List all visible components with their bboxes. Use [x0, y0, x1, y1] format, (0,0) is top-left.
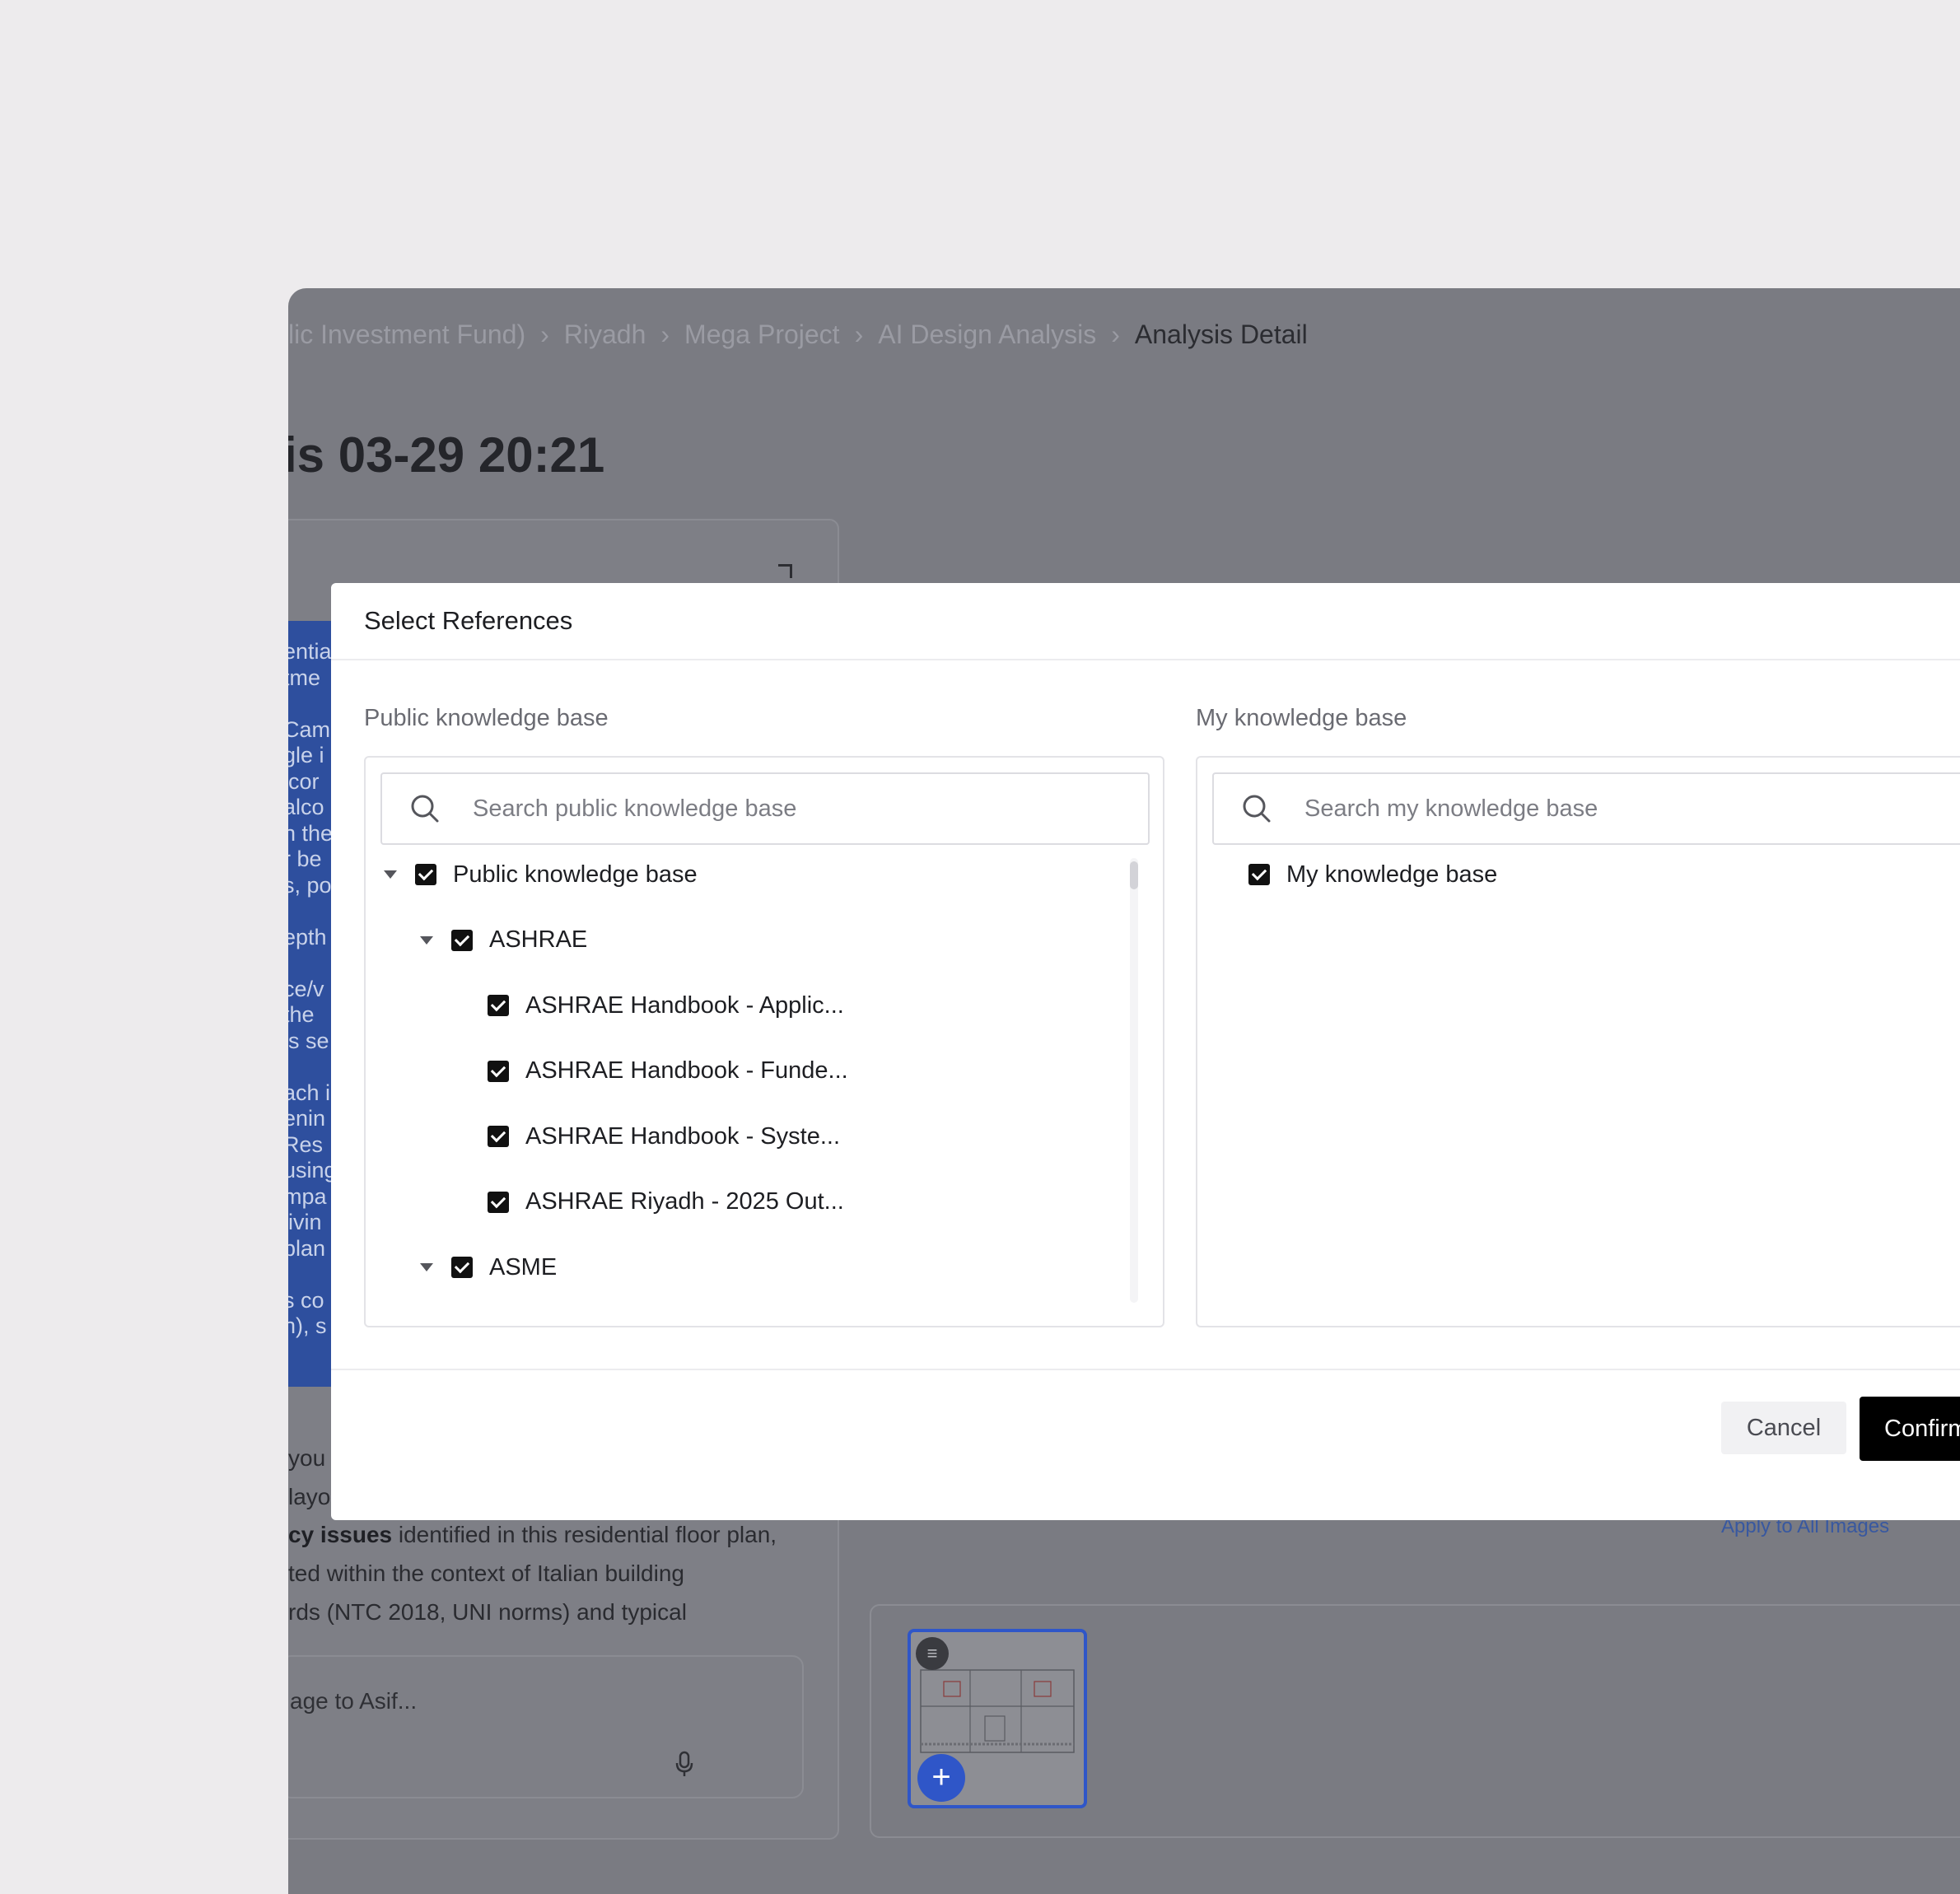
chat-text: rds (NTC 2018, UNI norms) and typical — [288, 1599, 687, 1625]
caret-down-icon[interactable] — [420, 935, 433, 945]
tree-node-label: My knowledge base — [1286, 861, 1498, 888]
selected-text-panel: entiatme Camgle ilcoralcon ther bes, po ep… — [288, 621, 331, 1387]
modal-footer-divider — [331, 1369, 1960, 1370]
selected-text-line: mpa — [288, 1183, 327, 1209]
selected-text-line: gle i — [288, 743, 324, 767]
chat-message-line: layo — [288, 1484, 330, 1510]
checkbox[interactable] — [488, 1126, 509, 1147]
tree-node-label: Public knowledge base — [453, 861, 698, 888]
public-search-input[interactable] — [471, 776, 1133, 842]
chat-text: identified in this residential floor pla… — [392, 1522, 777, 1547]
my-kb-label: My knowledge base — [1196, 705, 1407, 731]
select-references-modal: Select References Public knowledge base … — [331, 583, 1960, 1520]
floor-plan-image — [920, 1669, 1075, 1753]
checkbox[interactable] — [415, 864, 436, 885]
selected-text-line: entia — [288, 639, 331, 664]
selected-text-line: r be — [288, 847, 322, 871]
caret-down-icon[interactable] — [420, 1263, 433, 1271]
my-search-box[interactable] — [1212, 772, 1960, 845]
selected-text-line: enin — [288, 1106, 326, 1131]
add-image-button[interactable]: + — [917, 1754, 965, 1802]
checkbox[interactable] — [488, 1060, 509, 1082]
checkbox[interactable] — [488, 995, 509, 1016]
breadcrumb-current: Analysis Detail — [1134, 320, 1308, 349]
breadcrumb-item[interactable]: lic Investment Fund) — [288, 320, 525, 349]
breadcrumb-separator: › — [540, 320, 549, 349]
checkbox[interactable] — [451, 929, 473, 951]
caret-down-icon[interactable] — [384, 870, 397, 879]
selected-text-line: s co — [288, 1287, 324, 1313]
message-placeholder: age to Asif... — [290, 1688, 418, 1714]
expand-icon[interactable] — [778, 564, 792, 578]
my-kb-panel: My knowledge base — [1196, 756, 1960, 1327]
my-search-input[interactable] — [1303, 776, 1960, 842]
tree-node[interactable]: ASME — [420, 1251, 557, 1284]
breadcrumb: lic Investment Fund) › Riyadh › Mega Project… — [288, 320, 1308, 350]
message-input[interactable]: age to Asif... — [288, 1655, 804, 1798]
public-search-box[interactable] — [380, 772, 1150, 845]
checkbox[interactable] — [488, 1191, 509, 1213]
public-kb-label: Public knowledge base — [364, 705, 609, 731]
selected-text-line: tme — [288, 665, 321, 690]
breadcrumb-item[interactable]: Riyadh — [564, 320, 646, 349]
cancel-button[interactable]: Cancel — [1721, 1402, 1846, 1454]
chat-message-line: cy issues identified in this residential… — [288, 1522, 777, 1548]
selected-text-line: n), s — [288, 1313, 327, 1338]
scrollbar-thumb[interactable] — [1130, 861, 1138, 889]
selected-text-line: lcor — [288, 768, 320, 794]
tree-node-label: ASHRAE — [489, 926, 588, 953]
breadcrumb-separator: › — [1111, 320, 1120, 349]
tree-node[interactable]: Public knowledge base — [384, 858, 698, 891]
tree-node[interactable]: ASHRAE Handbook - Funde... — [488, 1055, 848, 1088]
selected-text-line: alco — [288, 795, 324, 819]
selected-text-line: ach i — [288, 1080, 331, 1105]
tree-node[interactable]: ASHRAE — [420, 924, 587, 957]
selected-text-line: Cam — [288, 716, 331, 742]
breadcrumb-item[interactable]: Mega Project — [684, 320, 840, 349]
chat-text: layo — [288, 1484, 331, 1509]
page-title: is 03-29 20:21 — [288, 427, 605, 483]
modal-title: Select References — [364, 606, 573, 635]
image-menu-icon[interactable]: ≡ — [916, 1637, 949, 1670]
selected-text-line: the — [288, 1002, 315, 1027]
selected-text-line: ls se — [288, 1028, 329, 1053]
tree-node-label: ASHRAE Handbook - Funde... — [525, 1057, 848, 1084]
tree-node[interactable]: ASHRAE Handbook - Applic... — [488, 989, 844, 1022]
breadcrumb-separator: › — [854, 320, 864, 349]
selected-text-line: plan — [288, 1235, 326, 1261]
tree-node-label: ASHRAE Riyadh - 2025 Out... — [525, 1188, 844, 1215]
breadcrumb-item[interactable]: AI Design Analysis — [878, 320, 1096, 349]
tree-node-label: ASME — [489, 1253, 558, 1281]
selected-text-line: using — [288, 1158, 331, 1183]
tree-node[interactable]: ASHRAE Riyadh - 2025 Out... — [488, 1186, 844, 1219]
chat-message-line: ted within the context of Italian buildi… — [288, 1560, 684, 1587]
search-icon — [1243, 795, 1271, 823]
selected-text-line: ce/v — [288, 976, 324, 1001]
microphone-icon[interactable] — [674, 1751, 695, 1779]
selected-text-line: n the — [288, 820, 331, 846]
selected-text-line: livin — [288, 1210, 322, 1234]
tree-node-label: ASHRAE Handbook - Syste... — [525, 1122, 840, 1150]
checkbox[interactable] — [1248, 864, 1270, 885]
public-tree-scrollbar[interactable] — [1130, 858, 1138, 1303]
selected-text-line: Res — [288, 1131, 324, 1157]
chat-text: ted within the context of Italian buildi… — [288, 1560, 684, 1586]
public-kb-panel: Public knowledge base ASHRAE ASHRAE Handbo… — [364, 756, 1164, 1327]
tree-node[interactable]: ASHRAE Handbook - Syste... — [488, 1120, 840, 1153]
floor-plan-thumbnail[interactable]: ≡ + — [908, 1629, 1087, 1808]
tree-node[interactable]: My knowledge base — [1248, 858, 1497, 891]
tree-node-label: ASHRAE Handbook - Applic... — [525, 991, 844, 1019]
selected-text-line: s, po — [288, 872, 331, 898]
checkbox[interactable] — [451, 1257, 473, 1278]
confirm-button[interactable]: Confirm — [1860, 1397, 1960, 1461]
modal-header: Select References — [331, 583, 1960, 660]
breadcrumb-separator: › — [660, 320, 670, 349]
search-icon — [411, 795, 439, 823]
chat-message-line: rds (NTC 2018, UNI norms) and typical — [288, 1599, 687, 1626]
selected-text-line: epth — [288, 924, 327, 949]
chat-emphasis: cy issues — [288, 1522, 393, 1547]
